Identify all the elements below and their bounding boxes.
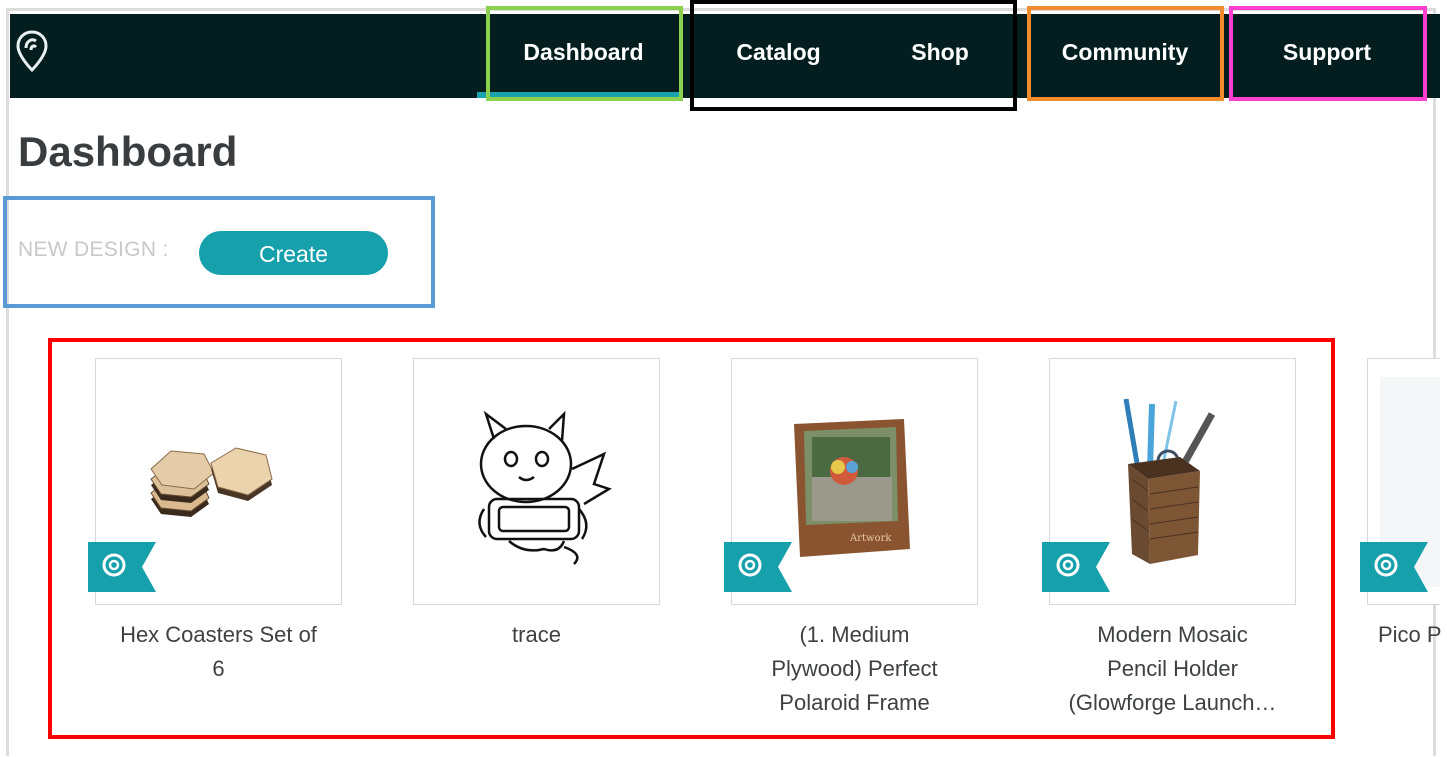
glowforge-logo-icon[interactable] — [14, 28, 50, 74]
title-line: Pencil Holder — [1107, 656, 1238, 681]
title-line: Polaroid Frame — [779, 690, 930, 715]
glowforge-ribbon-icon — [88, 542, 156, 592]
create-button[interactable]: Create — [199, 231, 388, 275]
design-card-title: Modern Mosaic Pencil Holder (Glowforge L… — [1049, 618, 1296, 720]
title-line: Pico P — [1378, 622, 1442, 647]
nav-active-indicator — [477, 92, 682, 98]
title-line: Plywood) Perfect — [771, 656, 938, 681]
title-line: (1. Medium — [799, 622, 910, 647]
design-card-title: trace — [413, 618, 660, 652]
nav-dashboard[interactable]: Dashboard — [490, 14, 677, 98]
nav-support[interactable]: Support — [1240, 14, 1414, 98]
title-line: trace — [512, 622, 561, 647]
nav-catalog[interactable]: Catalog — [715, 14, 842, 98]
design-card-trace[interactable] — [413, 358, 660, 605]
title-line: Modern Mosaic — [1097, 622, 1248, 647]
title-line: 6 — [212, 656, 225, 681]
title-line: Hex Coasters Set of — [120, 622, 317, 647]
design-card-hex-coasters[interactable] — [88, 358, 342, 605]
design-card-pencil-holder[interactable] — [1042, 358, 1296, 605]
dragon-line-art-thumbnail — [478, 410, 612, 565]
nav-community[interactable]: Community — [1040, 14, 1210, 98]
design-card-title: (1. Medium Plywood) Perfect Polaroid Fra… — [731, 618, 978, 720]
design-card-polaroid-frame[interactable]: Artwork — [724, 358, 978, 605]
new-design-label: NEW DESIGN : — [18, 238, 169, 261]
page-title: Dashboard — [18, 128, 238, 175]
glowforge-ribbon-icon — [1042, 542, 1110, 592]
design-card-title: Hex Coasters Set of 6 — [95, 618, 342, 686]
nav-shop[interactable]: Shop — [880, 14, 1000, 98]
glowforge-ribbon-icon — [724, 542, 792, 592]
title-line: (Glowforge Launch… — [1068, 690, 1277, 715]
glowforge-ribbon-icon — [1360, 542, 1428, 592]
design-card-title: Pico P — [1378, 618, 1447, 652]
svg-text:Artwork: Artwork — [849, 533, 892, 544]
design-card-pico[interactable] — [1360, 358, 1440, 605]
